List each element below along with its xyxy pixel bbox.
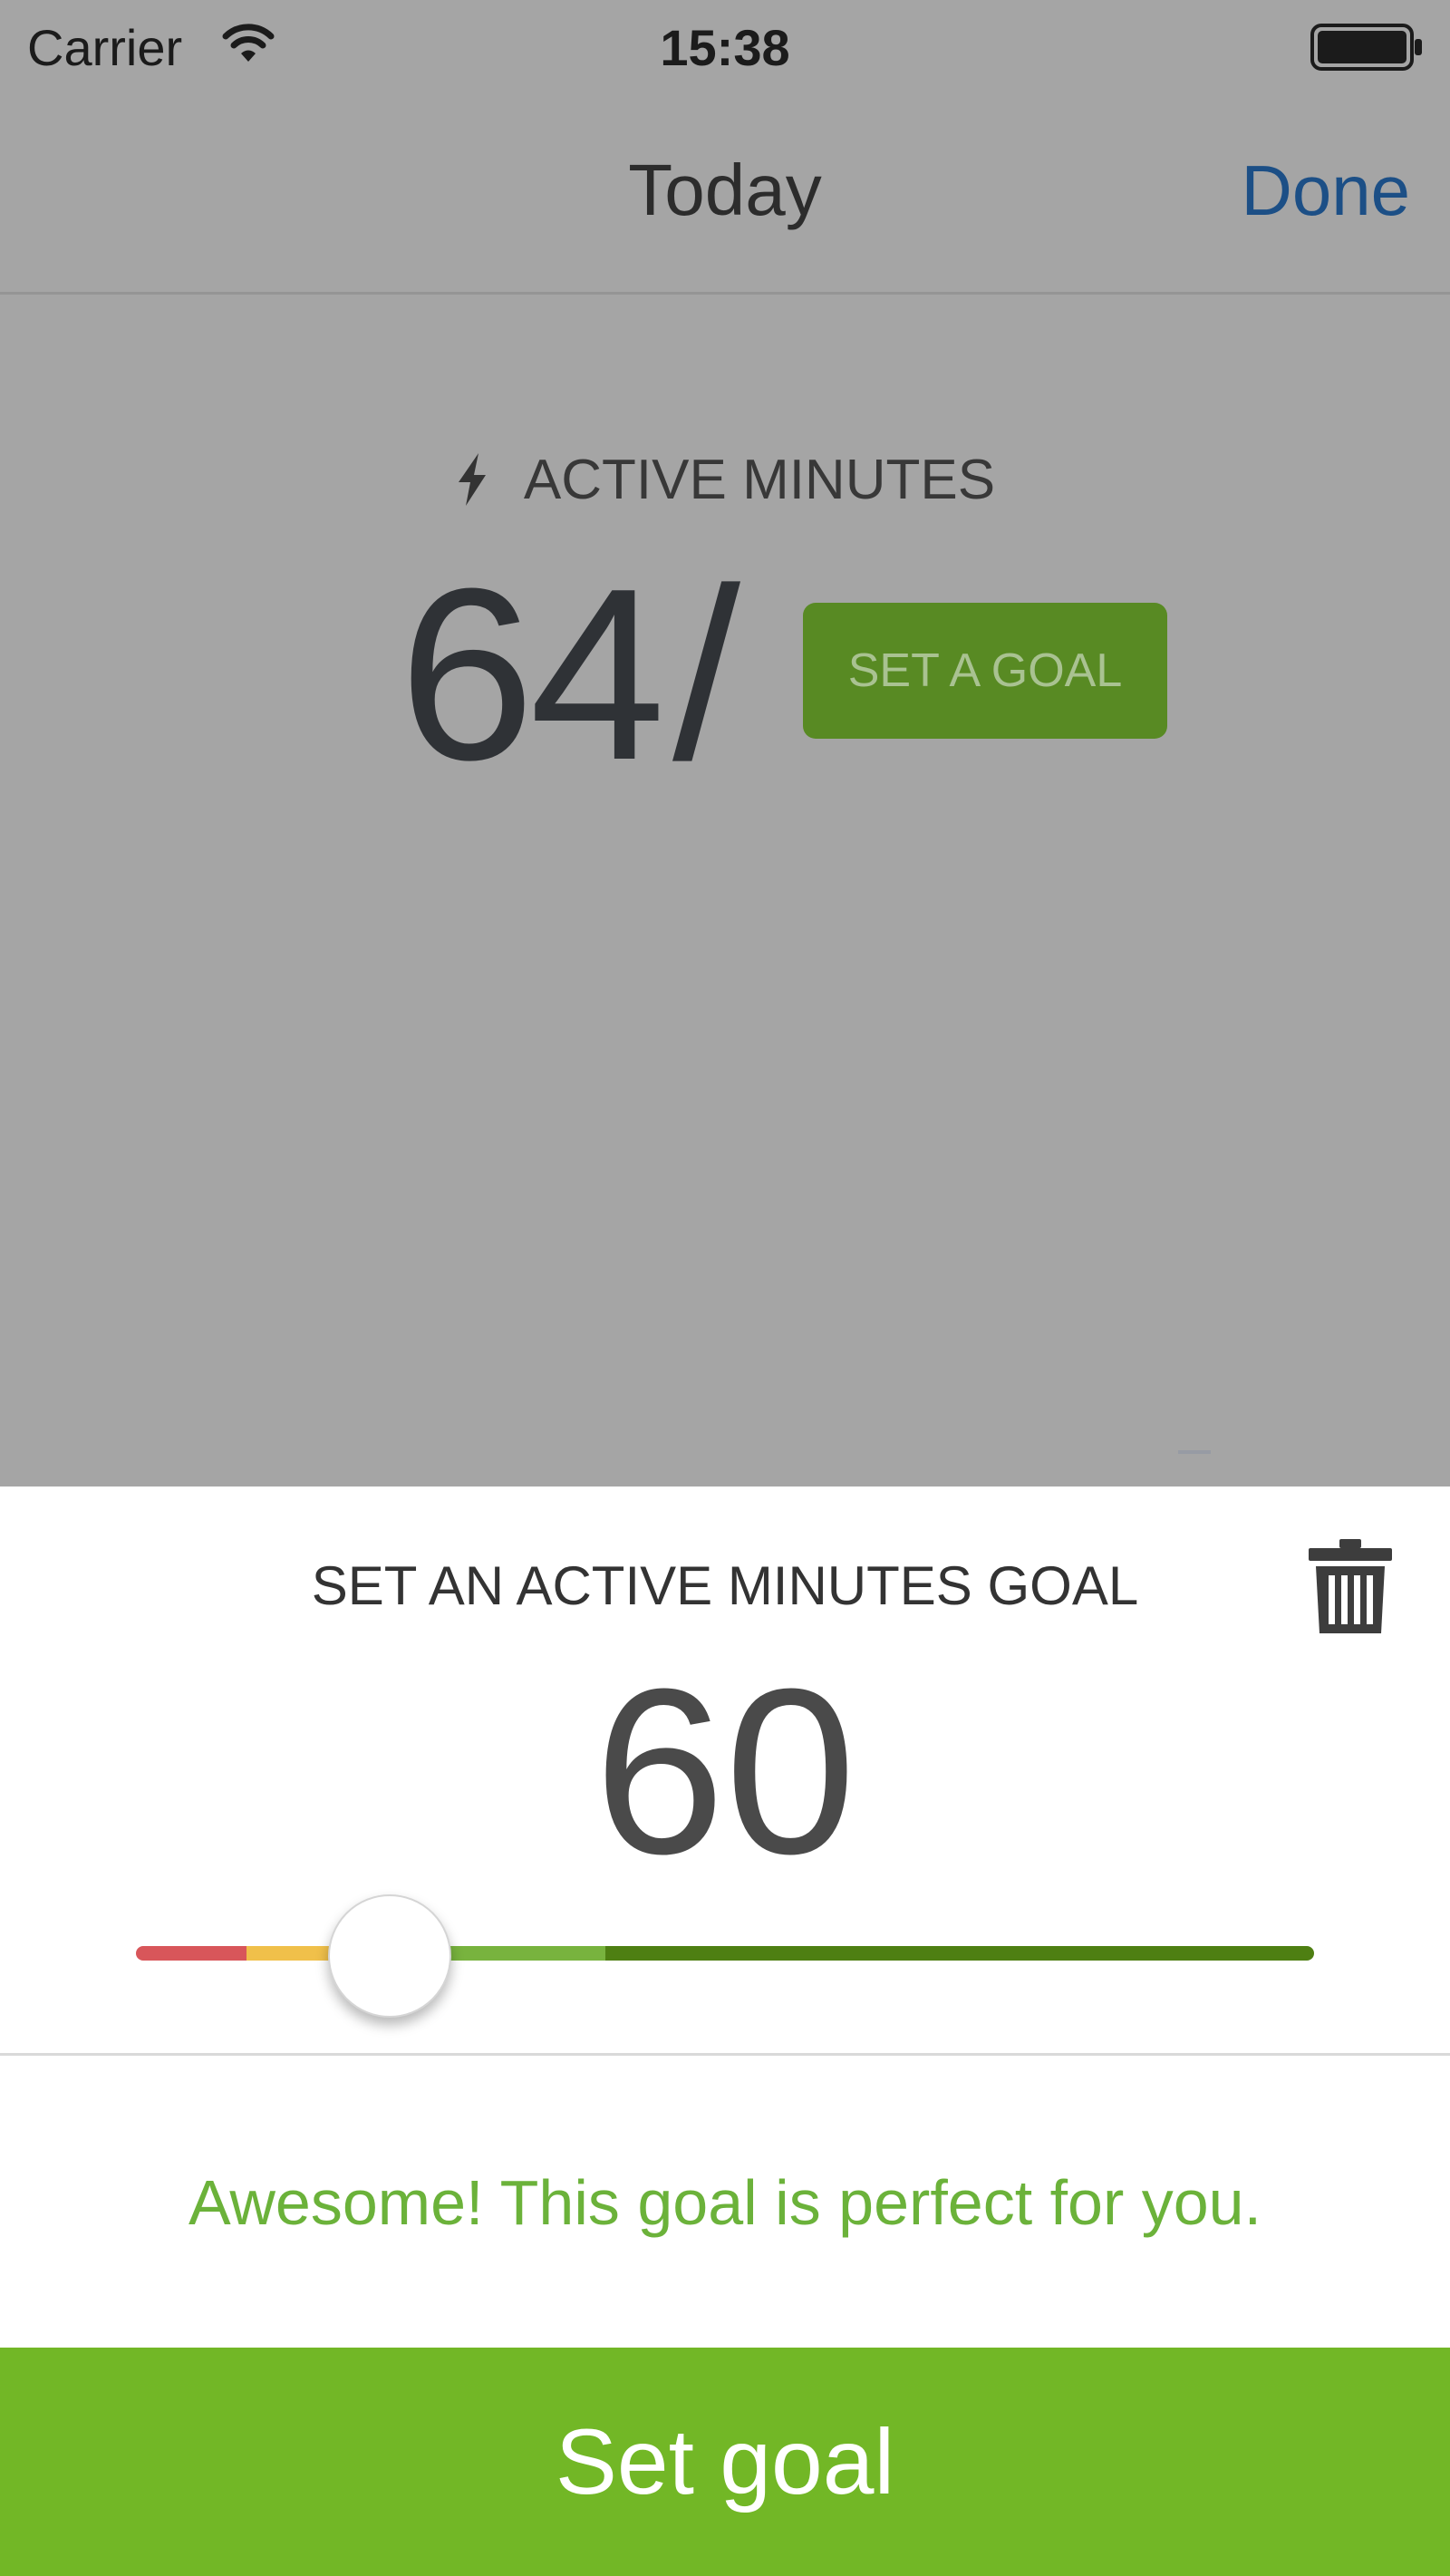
bolt-icon	[458, 452, 486, 506]
slider-track[interactable]	[136, 1946, 1314, 1961]
divider	[0, 2053, 1450, 2056]
page-title: Today	[628, 150, 822, 230]
metric-header: ACTIVE MINUTES	[0, 440, 1450, 521]
slider-zone-low	[136, 1946, 246, 1961]
set-a-goal-button[interactable]: SET A GOAL	[803, 603, 1167, 739]
status-time: 15:38	[660, 19, 790, 76]
set-goal-button[interactable]: Set goal	[0, 2348, 1450, 2576]
goal-sheet: SET AN ACTIVE MINUTES GOAL 60 Awesome! T…	[0, 1487, 1450, 2576]
slider-thumb[interactable]	[327, 1894, 451, 2018]
goal-feedback-message: Awesome! This goal is perfect for you.	[188, 2167, 1262, 2238]
navigation-bar: Today Done	[0, 100, 1450, 295]
goal-separator: /	[672, 538, 741, 811]
sheet-title: SET AN ACTIVE MINUTES GOAL	[311, 1555, 1139, 1616]
status-bar: Carrier 15:38	[0, 0, 1450, 100]
background-mark	[1178, 1450, 1211, 1463]
goal-value: 60	[594, 1641, 856, 1903]
slider-zone-high	[605, 1946, 1314, 1961]
goal-slider[interactable]	[136, 1885, 1314, 2021]
done-button[interactable]: Done	[1242, 145, 1410, 236]
metric-label: ACTIVE MINUTES	[523, 449, 996, 511]
active-minutes-value: 64	[399, 538, 665, 811]
trash-icon[interactable]	[1309, 1539, 1392, 1633]
battery-icon	[1310, 24, 1422, 71]
